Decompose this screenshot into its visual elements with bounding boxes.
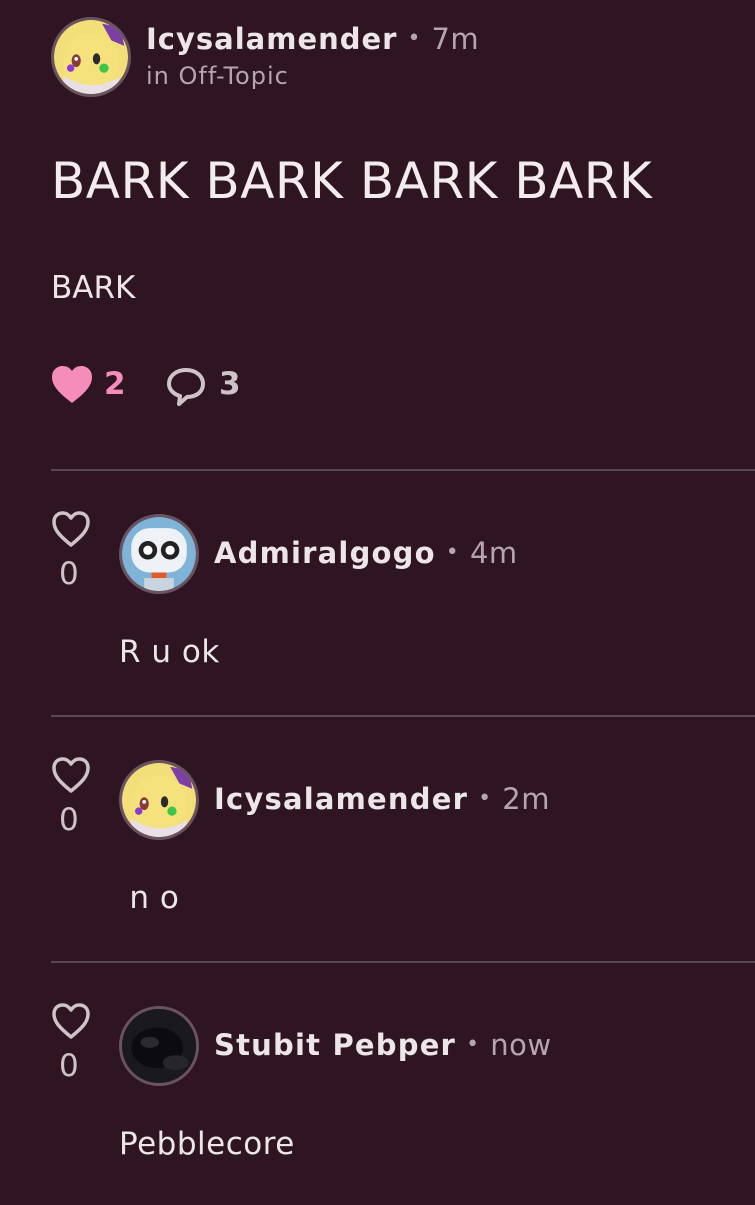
- comment-timestamp: 2m: [502, 782, 550, 816]
- post-author-name[interactable]: Icysalamender: [146, 22, 398, 56]
- comment-count: 3: [219, 366, 241, 402]
- comment-author-name[interactable]: Icysalamender: [214, 782, 468, 816]
- comment-like-count: 0: [59, 1048, 79, 1084]
- divider: [51, 961, 755, 963]
- separator-dot: •: [445, 540, 460, 565]
- heart-filled-icon[interactable]: [51, 365, 93, 405]
- comment: 0 Icysalamender • 2m n o: [51, 756, 755, 956]
- avatar[interactable]: [119, 514, 199, 594]
- comment-author-line: Stubit Pebper • now: [214, 1028, 552, 1062]
- comment-body: R u ok: [119, 634, 220, 670]
- yellow-creature-avatar-icon: [54, 20, 128, 94]
- comment-author-name[interactable]: Stubit Pebper: [214, 1028, 456, 1062]
- comment-author-name[interactable]: Admiralgogo: [214, 536, 436, 570]
- comment-body: n o: [119, 880, 180, 916]
- yellow-creature-avatar-icon: [122, 763, 196, 837]
- post-timestamp: 7m: [431, 22, 480, 56]
- comment-author-line: Admiralgogo • 4m: [214, 536, 518, 570]
- separator-dot: •: [466, 1032, 481, 1057]
- heart-outline-icon[interactable]: [51, 756, 91, 794]
- comment: 0 Stubit Pebper • now Pebblecore: [51, 1002, 755, 1202]
- avatar[interactable]: [119, 1006, 199, 1086]
- heart-outline-icon[interactable]: [51, 1002, 91, 1040]
- heart-outline-icon[interactable]: [51, 510, 91, 548]
- comment-like-count: 0: [59, 802, 79, 838]
- comment: 0 Admiralgogo • 4m R u ok: [51, 510, 755, 710]
- separator-dot: •: [478, 786, 493, 811]
- dark-photo-avatar-icon: [122, 1009, 196, 1083]
- avatar[interactable]: [119, 760, 199, 840]
- comment-author-line: Icysalamender • 2m: [214, 782, 550, 816]
- post-topic[interactable]: in Off-Topic: [146, 62, 289, 90]
- post-actions: 2 3: [51, 362, 351, 408]
- post-header: Icysalamender • 7m in Off-Topic: [51, 16, 751, 98]
- robot-avatar-icon: [122, 517, 196, 591]
- avatar[interactable]: [51, 17, 131, 97]
- comment-bubble-icon[interactable]: [166, 366, 206, 406]
- separator-dot: •: [407, 26, 422, 51]
- comment-timestamp: 4m: [469, 536, 518, 570]
- post-title: BARK BARK BARK BARK: [51, 152, 653, 210]
- comment-like-count: 0: [59, 556, 79, 592]
- post-body: BARK: [51, 270, 136, 306]
- post-author-line: Icysalamender • 7m: [146, 22, 479, 56]
- divider: [51, 469, 755, 471]
- divider: [51, 715, 755, 717]
- comment-timestamp: now: [490, 1028, 552, 1062]
- comment-body: Pebblecore: [119, 1126, 295, 1162]
- like-count: 2: [104, 366, 126, 402]
